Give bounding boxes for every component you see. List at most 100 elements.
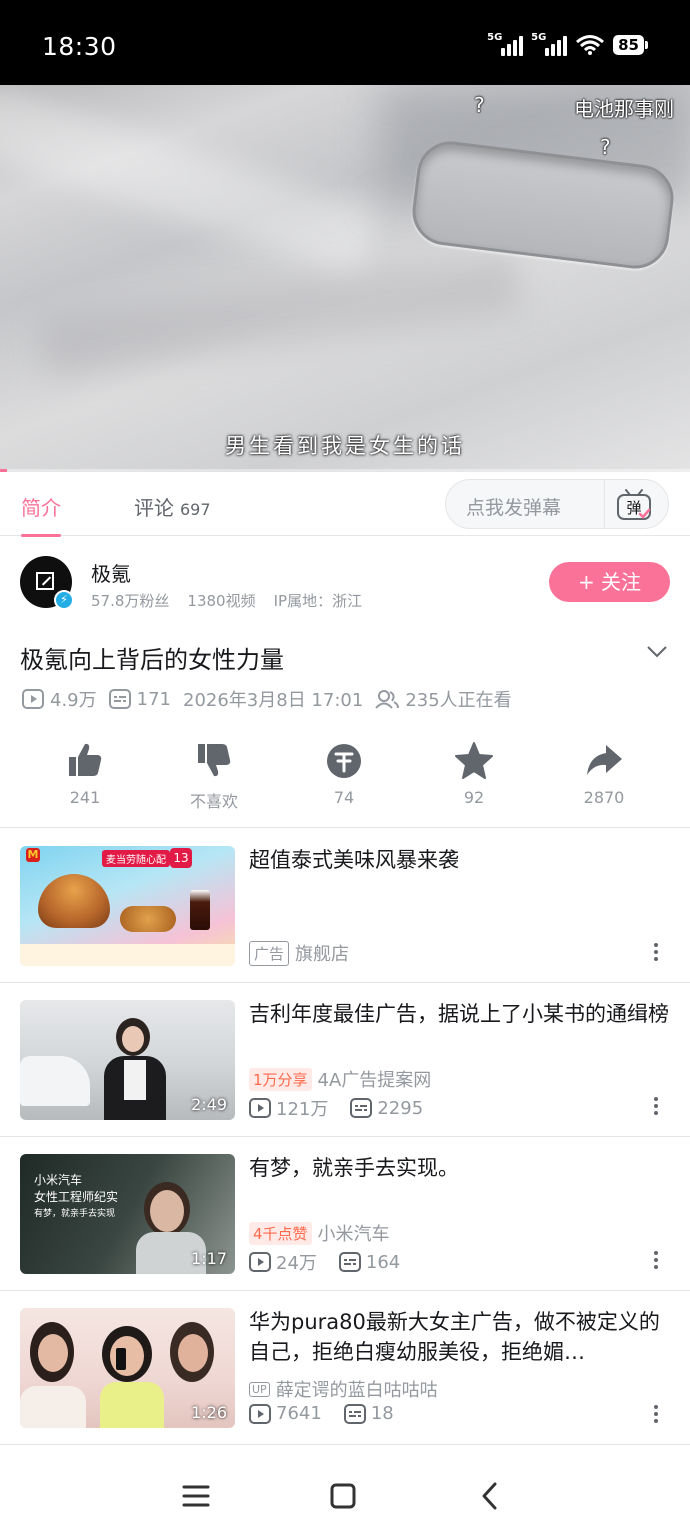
wifi-icon [576,35,605,55]
up-badge: UP [249,1381,270,1397]
tab-intro[interactable]: 简介 [21,492,61,537]
like-count: 241 [69,788,101,807]
recommendation-item[interactable]: 小米汽车 女性工程师纪实 有梦，就亲手去实现 1:17 有梦，就亲手去实现。 4… [0,1137,690,1291]
signal-icon: 5G [531,32,568,56]
recommendation-meta: 1万分享 4A广告提案网 [249,1066,431,1092]
danmaku-comment: ? [600,135,611,159]
recommendation-meta: UP 薛定谔的蓝白咕咕咕 [249,1376,438,1402]
battery-icon: 85 [613,35,648,55]
play-count-icon [249,1098,271,1118]
recommendation-title[interactable]: 吉利年度最佳广告，据说上了小某书的通缉榜 [249,999,674,1029]
video-duration: 1:26 [191,1403,227,1422]
favorite-button[interactable]: 92 [434,740,514,807]
uploader-meta: 57.8万粉丝 1380视频 IP属地：浙江 [91,590,362,611]
ad-price-tag: 13 [170,848,192,868]
comment-count: 164 [365,1251,401,1273]
coin-icon [327,744,361,778]
favorite-count: 92 [463,788,485,807]
view-count: 4.9万 [50,690,97,711]
view-count: 7641 [276,1403,322,1424]
recommendation-meta: 广告 旗舰店 [249,940,349,966]
video-duration: 1:17 [191,1249,227,1268]
share-badge: 1万分享 [249,1067,312,1091]
dislike-label: 不喜欢 [189,792,238,811]
watching-count: 235人正在看 [405,690,512,711]
danmaku-comment: 电池那事刚 [574,97,674,121]
ad-badge: 广告 [249,940,290,966]
like-button[interactable]: 241 [45,740,125,807]
video-title: 极氪向上背后的女性力量 [20,646,284,674]
chevron-down-icon[interactable] [646,645,668,659]
video-player[interactable]: ? 电池那事刚 ? 男生看到我是女生的话 [0,85,690,472]
share-arrow-icon [587,745,622,775]
danmaku-count-icon [343,1403,366,1424]
video-subtitle: 男生看到我是女生的话 [225,434,465,458]
uploader-name[interactable]: 极氪 [91,558,131,587]
view-count: 24万 [276,1253,317,1274]
coin-count: 74 [333,788,355,807]
ad-banner-text: 麦当劳随心配 [102,850,170,867]
recommendation-thumbnail[interactable]: 小米汽车 女性工程师纪实 有梦，就亲手去实现 1:17 [20,1154,235,1274]
recommendation-channel: 小米汽车 [317,1224,390,1245]
danmaku-count-icon [338,1252,361,1272]
publish-date: 2026年3月8日 17:01 [183,690,364,711]
thumb-caption: 小米汽车 [34,1173,83,1187]
more-options-icon[interactable] [651,1405,661,1427]
recommendation-channel: 旗舰店 [295,944,350,965]
more-options-icon[interactable] [651,1251,661,1273]
system-navigation-bar [0,1455,690,1535]
recommendation-title[interactable]: 有梦，就亲手去实现。 [249,1153,674,1183]
dislike-button[interactable]: 不喜欢 [174,740,254,812]
danmaku-toggle-icon[interactable]: 弹 [616,488,652,522]
home-icon[interactable] [328,1481,358,1511]
verified-icon: ⚡ [54,590,74,610]
share-count: 2870 [583,788,625,807]
status-time: 18:30 [42,32,117,61]
danmaku-count: 171 [136,688,171,710]
danmaku-comment: ? [474,93,485,117]
back-icon[interactable] [476,1481,506,1511]
share-button[interactable]: 2870 [564,740,644,807]
recommendation-title[interactable]: 超值泰式美味风暴来袭 [249,845,674,875]
play-count-icon [22,689,44,709]
thumbs-up-icon [69,743,102,776]
danmaku-input[interactable]: 点我发弹幕 弹 [445,479,669,529]
uploader-videos: 1380视频 [187,592,256,610]
tab-bar: 简介 评论 697 点我发弹幕 弹 [0,472,690,537]
play-count-icon [249,1252,271,1272]
play-count-icon [249,1403,271,1424]
recommendation-stats: 24万 164 [249,1249,422,1275]
follow-button[interactable]: + 关注 [549,562,670,602]
thumb-caption: 女性工程师纪实 [34,1190,119,1204]
star-icon [455,742,493,779]
tab-comments[interactable]: 评论 697 [134,492,211,521]
video-stats: 4.9万 171 2026年3月8日 17:01 235人正在看 [22,686,524,712]
comment-count: 2295 [377,1097,424,1119]
danmaku-input-placeholder: 点我发弹幕 [466,497,562,519]
recommendation-channel: 4A广告提案网 [317,1070,432,1091]
thumbs-down-icon [198,744,231,777]
video-duration: 2:49 [191,1095,227,1114]
coin-button[interactable]: 74 [304,740,384,807]
danmaku-count-icon [108,689,131,709]
recommendation-meta: 4千点赞 小米汽车 [249,1220,390,1246]
recommendation-channel: 薛定谔的蓝白咕咕咕 [275,1380,438,1401]
recommendation-item[interactable]: 2:49 吉利年度最佳广告，据说上了小某书的通缉榜 1万分享 4A广告提案网 1… [0,983,690,1137]
more-options-icon[interactable] [651,943,661,965]
uploader-avatar[interactable]: ⚡ [20,556,74,610]
recommendation-thumbnail[interactable]: M 麦当劳随心配 13 [20,846,235,966]
recommendation-item[interactable]: M 麦当劳随心配 13 超值泰式美味风暴来袭 广告 旗舰店 [0,829,690,983]
menu-icon[interactable] [181,1481,211,1511]
recommendation-title[interactable]: 华为pura80最新大女主广告，做不被定义的自己，拒绝白瘦幼服美役，拒绝媚… [249,1307,674,1367]
tab-comments-count: 697 [180,500,211,519]
recommendation-stats: 121万 2295 [249,1095,445,1121]
recommendation-item[interactable]: 1:26 华为pura80最新大女主广告，做不被定义的自己，拒绝白瘦幼服美役，拒… [0,1291,690,1445]
likes-badge: 4千点赞 [249,1221,312,1245]
danmaku-count-icon [350,1098,373,1118]
status-bar: 18:30 5G 5G 85 [0,0,690,85]
status-icons: 5G 5G 85 [487,32,648,56]
more-options-icon[interactable] [651,1097,661,1119]
recommendation-thumbnail[interactable]: 2:49 [20,1000,235,1120]
uploader-ip: IP属地：浙江 [273,592,363,610]
recommendation-thumbnail[interactable]: 1:26 [20,1308,235,1428]
